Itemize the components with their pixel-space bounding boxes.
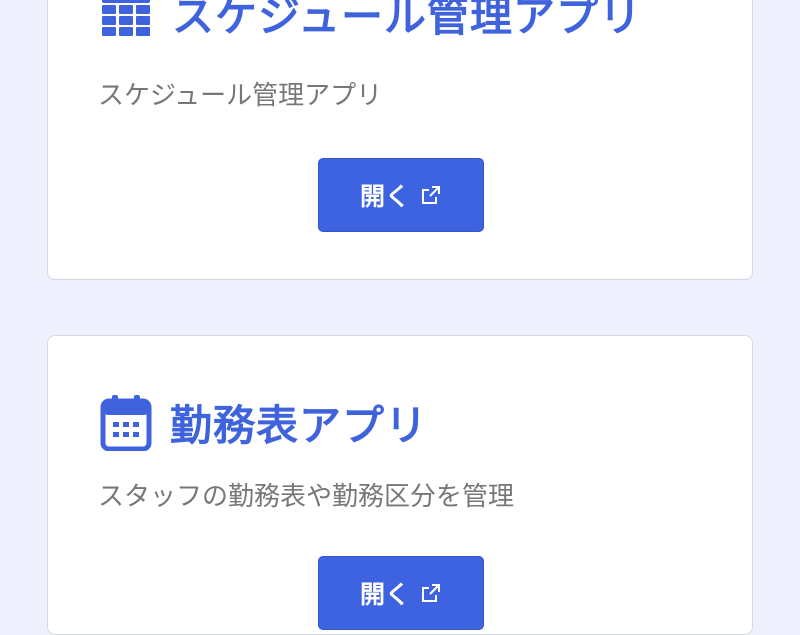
card-title: スケジュール管理アプリ <box>172 0 643 41</box>
card-description: スケジュール管理アプリ <box>98 81 383 111</box>
open-button[interactable]: 開く <box>318 158 484 232</box>
open-button-label: 開く <box>359 580 410 609</box>
card-title: 勤務表アプリ <box>170 401 429 450</box>
open-button-label: 開く <box>359 182 410 211</box>
table-grid-icon <box>100 0 152 42</box>
card-description: スタッフの勤務表や勤務区分を管理 <box>98 482 515 512</box>
card-header: スケジュール管理アプリ <box>100 0 642 44</box>
external-link-icon <box>420 582 442 604</box>
external-link-icon <box>420 184 442 206</box>
open-button[interactable]: 開く <box>318 556 484 630</box>
app-card-shift: 勤務表アプリ スタッフの勤務表や勤務区分を管理 開く <box>47 335 753 635</box>
card-header: 勤務表アプリ <box>100 392 428 453</box>
calendar-icon <box>100 394 152 451</box>
app-card-schedule: スケジュール管理アプリ スケジュール管理アプリ 開く <box>47 0 753 280</box>
